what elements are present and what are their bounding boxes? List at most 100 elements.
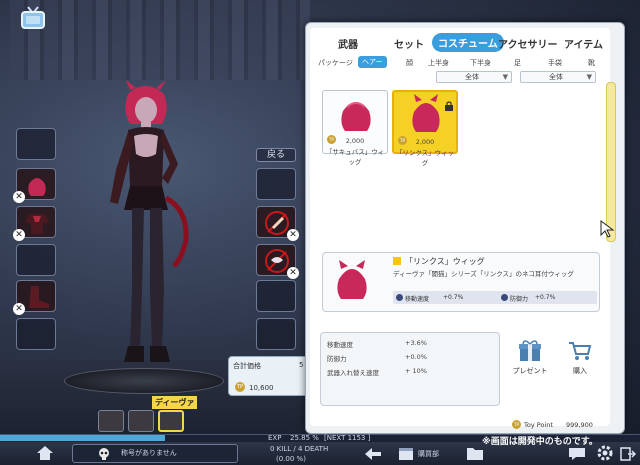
tab-item[interactable]: アイテム <box>564 36 603 51</box>
exit-icon[interactable] <box>620 446 638 462</box>
subtab-package[interactable]: パッケージ <box>318 58 353 68</box>
lynx-wig-icon <box>412 94 440 132</box>
stat-label: 防御力 <box>327 355 347 363</box>
gift-icon <box>519 340 541 361</box>
toy-point-value: 999,900 <box>566 421 593 429</box>
exp-label: EXP <box>268 434 282 442</box>
title-box: 称号がありません <box>72 444 238 463</box>
exp-value: 25.85 % <box>290 434 319 442</box>
tab-set[interactable]: セット <box>394 36 424 51</box>
arrow-left-icon[interactable] <box>364 446 382 462</box>
tab-accessory[interactable]: アクセサリー <box>498 36 558 51</box>
chevron-down-icon: ▼ <box>502 73 508 81</box>
subtab-face[interactable]: 顔 <box>406 58 413 68</box>
calendar-icon[interactable] <box>398 445 416 461</box>
item-name: 「リンクス」ウィッグ <box>395 149 455 167</box>
filter-select-1[interactable]: 全体 ▼ <box>436 71 512 83</box>
remove-shoes-button[interactable]: ✕ <box>13 303 25 315</box>
equip-slot-top[interactable]: ✕ <box>13 206 56 241</box>
skull-icon <box>99 448 109 460</box>
remove-top-button[interactable]: ✕ <box>13 229 25 241</box>
equip-slot-left-4[interactable] <box>16 244 56 276</box>
remove-hair-button[interactable]: ✕ <box>13 191 25 203</box>
tab-costume[interactable]: コスチューム <box>432 33 504 52</box>
stat-value: +3.6% <box>405 339 427 347</box>
tab-weapon[interactable]: 武器 <box>338 36 358 51</box>
kd-ratio: (0.00 %) <box>276 455 306 463</box>
gift-label: プレゼント <box>512 367 548 375</box>
back-button[interactable]: 戻る <box>256 148 296 162</box>
gift-button[interactable]: プレゼント <box>510 338 550 378</box>
toy-point-label: Toy Point <box>524 421 553 429</box>
subtab-shoes[interactable]: 靴 <box>588 58 595 68</box>
costume-top-icon <box>25 214 49 234</box>
stat-value: +0.0% <box>405 353 427 361</box>
remove-weapon-button[interactable]: ✕ <box>287 229 299 241</box>
item-price: 2,000 <box>345 137 365 145</box>
total-price-label: 合計価格 <box>233 362 261 370</box>
tp-coin-icon: TP <box>235 382 245 392</box>
kill-death: 0 KILL / 4 DEATH <box>270 445 329 453</box>
background-bookshelf <box>10 0 310 80</box>
cart-icon <box>569 342 592 360</box>
exp-bar-fill <box>0 435 165 441</box>
bonus2-value: +0.7% <box>535 294 556 301</box>
tv-icon[interactable] <box>20 6 46 30</box>
bonus1-label: 移動速度 <box>405 296 430 303</box>
bonus-bar: 移動速度 +0.7% 防御力 +0.7% <box>393 291 597 304</box>
item-list-scrollbar[interactable] <box>606 82 616 242</box>
character-thumb-active[interactable] <box>158 410 184 432</box>
filter-select-2[interactable]: 全体 ▼ <box>520 71 596 83</box>
lynx-wig-preview-icon <box>337 260 367 299</box>
stat-label: 移動速度 <box>327 341 353 349</box>
item-detail-panel: 「リンクス」ウィッグ ディーヴァ「闇猫」シリーズ「リンクス」のネコ耳付ウィッグ … <box>322 252 600 312</box>
rarity-icon <box>393 257 401 265</box>
buy-button[interactable]: 購入 <box>560 338 600 378</box>
subtab-lower[interactable]: 下半身 <box>470 58 491 68</box>
equip-slot-weapon[interactable]: ✕ <box>256 206 299 241</box>
hair-wig-icon <box>28 178 46 196</box>
buy-label: 購入 <box>573 367 587 375</box>
club-label[interactable]: 購買部 <box>418 449 439 459</box>
item-card-lynx-wig[interactable]: TP 2,000 「リンクス」ウィッグ <box>392 90 458 167</box>
item-card-succubus-wig[interactable]: TP 2,000 「サキュバス」ウィッグ <box>322 90 388 166</box>
equip-slot-right-5[interactable] <box>256 318 296 350</box>
speed-icon <box>396 294 403 301</box>
mouse-cursor-icon <box>600 220 616 242</box>
subtab-gloves[interactable]: 手袋 <box>548 58 562 68</box>
character-thumb-2[interactable] <box>128 410 154 432</box>
subtab-upper[interactable]: 上半身 <box>428 58 449 68</box>
title-text: 称号がありません <box>121 449 177 457</box>
folder-icon[interactable] <box>466 445 484 461</box>
total-price-value: 10,600 <box>249 384 274 392</box>
detail-title: 「リンクス」ウィッグ <box>405 257 485 266</box>
equip-slot-hair[interactable]: ✕ <box>13 168 56 203</box>
detail-description: ディーヴァ「闇猫」シリーズ「リンクス」のネコ耳付ウィッグ <box>393 270 574 278</box>
stat-label: 武器入れ替え速度 <box>327 369 379 377</box>
subtab-hair[interactable]: ヘアー <box>358 56 387 68</box>
equip-slot-right-1[interactable] <box>256 168 296 200</box>
gear-icon[interactable] <box>596 444 614 461</box>
chevron-down-icon: ▼ <box>586 73 592 81</box>
bonus2-label: 防御力 <box>510 296 529 303</box>
bonus1-value: +0.7% <box>443 294 464 301</box>
stats-panel: 移動速度 +3.6% 防御力 +0.0% 武器入れ替え速度 + 10% <box>320 332 500 406</box>
filter-1-value: 全体 <box>465 73 479 81</box>
character-model[interactable] <box>90 80 200 380</box>
equip-slot-right-4[interactable] <box>256 280 296 312</box>
item-name: 「サキュバス」ウィッグ <box>325 148 385 166</box>
character-thumb-1[interactable] <box>98 410 124 432</box>
equip-slot-shoes[interactable]: ✕ <box>13 280 56 315</box>
subtab-feet[interactable]: 足 <box>514 58 521 68</box>
equip-slot-accessory[interactable]: ✕ <box>256 244 299 279</box>
home-icon[interactable] <box>36 445 54 461</box>
succubus-wig-icon <box>341 102 371 131</box>
chat-icon[interactable] <box>568 446 586 462</box>
item-count: 5 <box>299 361 304 369</box>
character-name: ディーヴァ <box>152 396 198 409</box>
item-price: 2,000 <box>415 138 435 146</box>
equip-slot-left-1[interactable] <box>16 128 56 160</box>
equip-slot-left-6[interactable] <box>16 318 56 350</box>
remove-accessory-button[interactable]: ✕ <box>287 267 299 279</box>
exp-next: [NEXT 1153 ] <box>324 434 371 442</box>
